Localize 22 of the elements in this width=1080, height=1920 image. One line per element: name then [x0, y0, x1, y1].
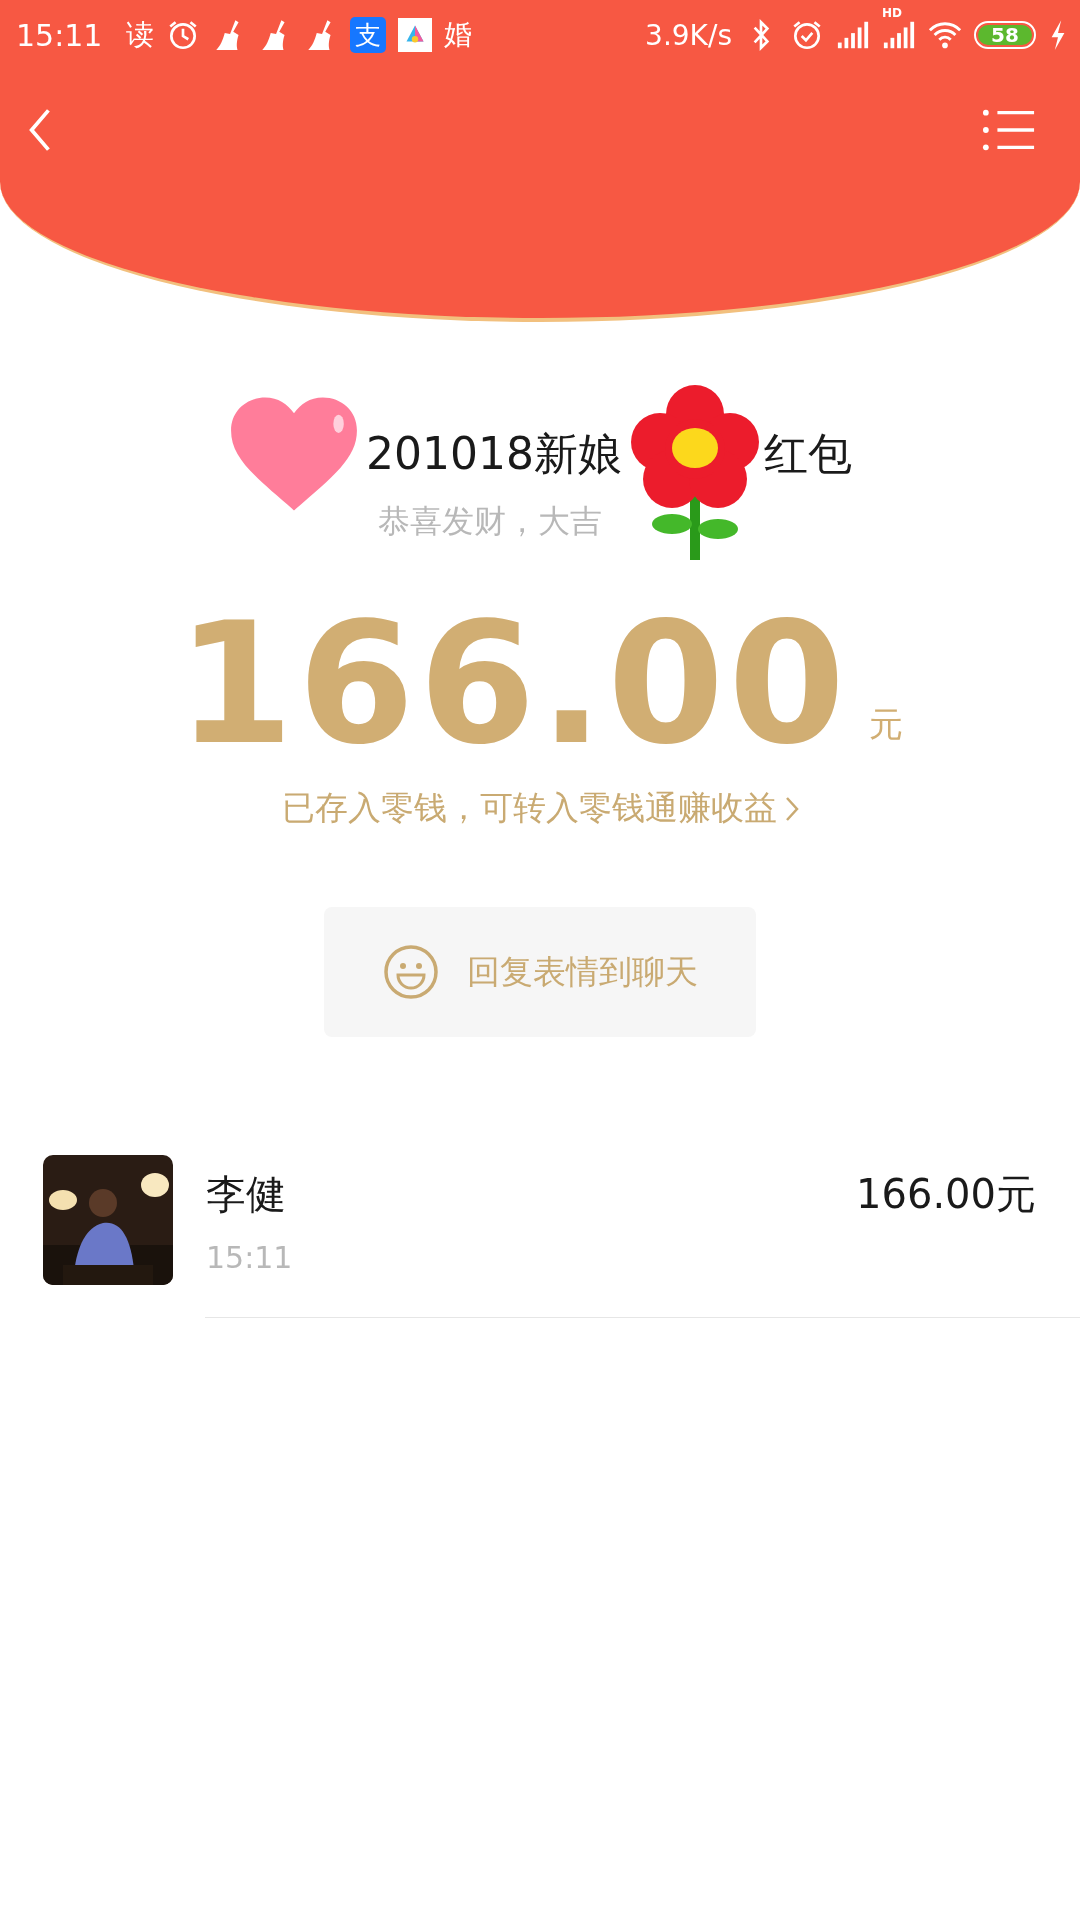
sender-name: 李健: [206, 1170, 286, 1219]
currency-unit: 元: [869, 703, 904, 746]
record-amount: 166.00元: [856, 1170, 1036, 1219]
battery-icon: 58: [974, 21, 1036, 49]
pay-app-icon: 支: [350, 17, 387, 53]
balance-link[interactable]: 已存入零钱，可转入零钱通赚收益: [281, 786, 777, 831]
amount-value: 166.00: [176, 604, 850, 764]
reply-sticker-button[interactable]: 回复表情到聊天: [324, 907, 756, 1037]
packet-title: 201018新娘: [366, 426, 622, 481]
notification-label: 读: [126, 17, 155, 53]
packet-title: 红包: [764, 426, 852, 481]
network-speed: 3.9K/s: [645, 18, 732, 52]
menu-icon[interactable]: [982, 108, 1036, 152]
notification-label: 婚: [444, 17, 473, 53]
status-time: 15:11: [16, 17, 103, 53]
record-time: 15:11: [206, 1240, 294, 1275]
hd-label: HD: [882, 6, 902, 20]
smiley-icon: [382, 944, 439, 1000]
alarm-icon: [790, 18, 824, 52]
chevron-icon[interactable]: [784, 795, 799, 822]
app-icon: [398, 18, 433, 52]
packet-greeting: 恭喜发财，大吉: [378, 501, 602, 542]
